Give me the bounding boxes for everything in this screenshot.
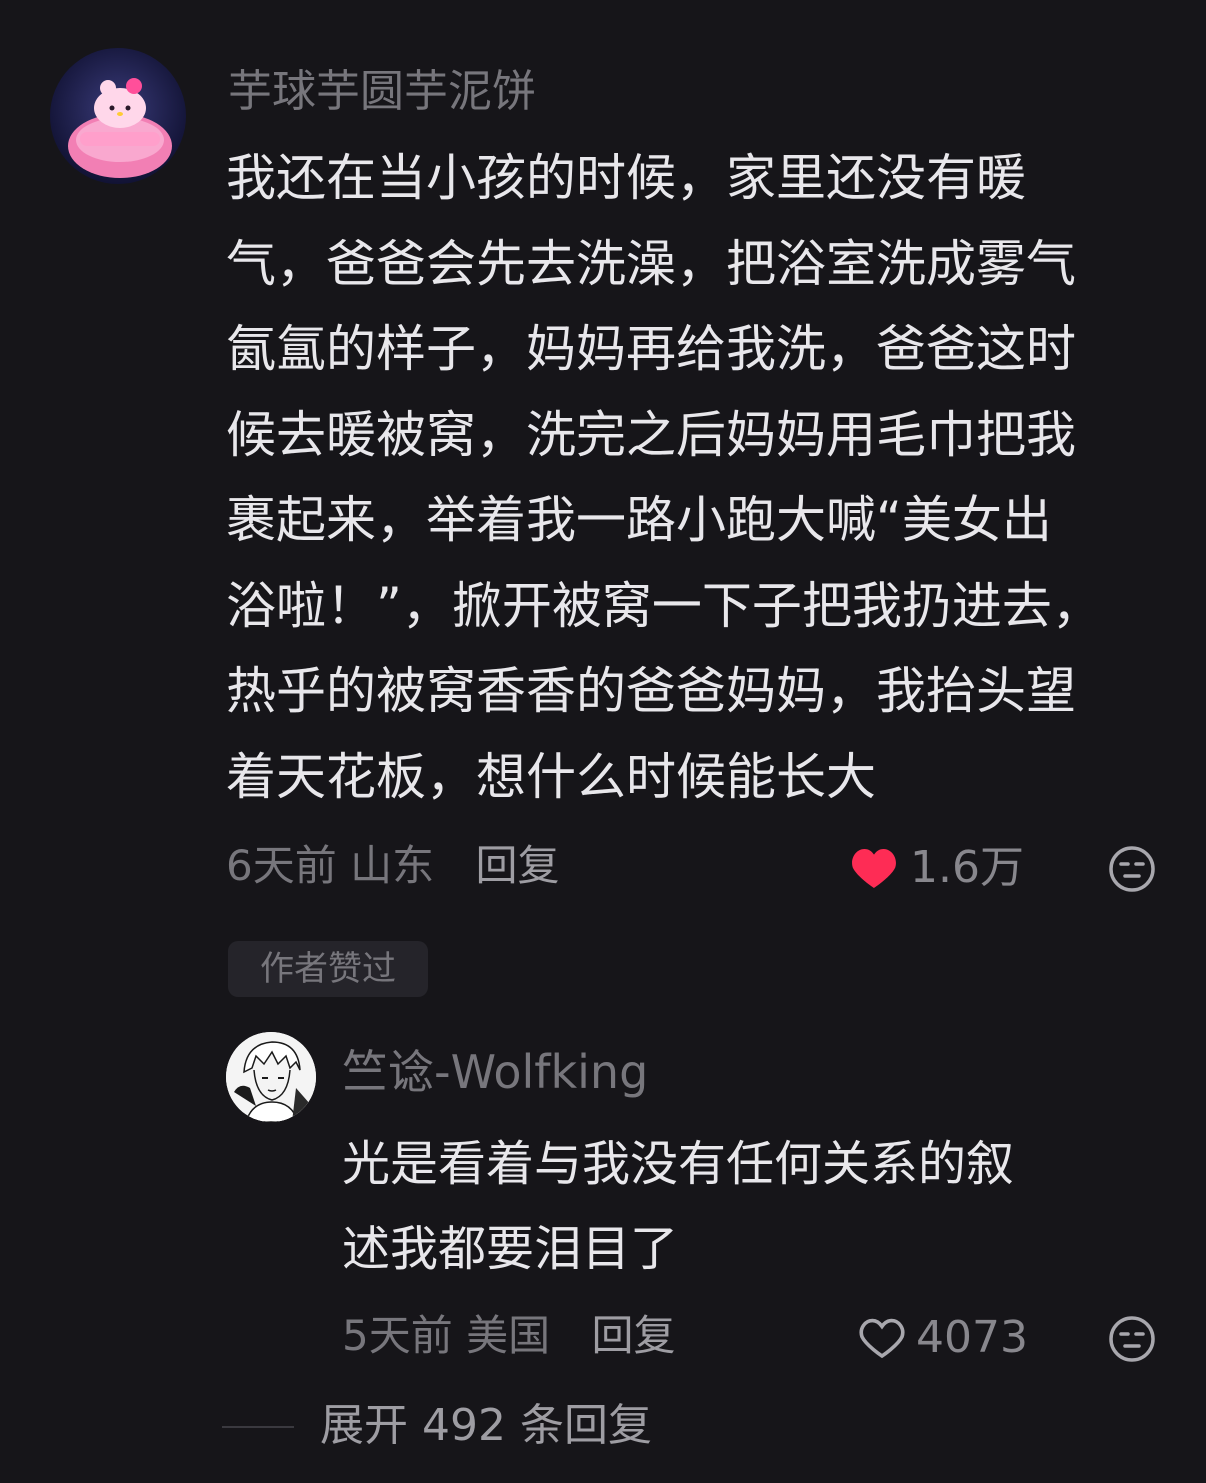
comment-meta: 6天前 山东 回复 bbox=[226, 841, 559, 891]
reply-location: 美国 bbox=[466, 1311, 551, 1360]
commenter-avatar[interactable] bbox=[50, 48, 186, 184]
reply-emoji-reaction-button[interactable] bbox=[1108, 1315, 1156, 1363]
comment-time: 6天前 bbox=[226, 841, 337, 890]
comment-line: 气，爸爸会先去洗澡，把浴室洗成雾气 bbox=[226, 234, 1076, 293]
comment-like-button[interactable]: 1.6万 bbox=[850, 843, 1024, 893]
reply-line: 述我都要泪目了 bbox=[342, 1221, 679, 1277]
comment-like-count: 1.6万 bbox=[910, 842, 1024, 893]
comment-line: 候去暖被窝，洗完之后妈妈用毛巾把我 bbox=[226, 405, 1076, 464]
reply-like-count: 4073 bbox=[916, 1312, 1028, 1363]
comment-line: 浴啦！”，掀开被窝一下子把我扔进去， bbox=[226, 576, 1102, 635]
sketch-portrait-avatar-image bbox=[226, 1032, 316, 1122]
commenter-username[interactable]: 芋球芋圆芋泥饼 bbox=[228, 66, 536, 118]
replier-avatar[interactable] bbox=[226, 1032, 316, 1122]
expand-replies-button[interactable]: 展开 492 条回复 bbox=[320, 1400, 652, 1452]
comment-line: 着天花板，想什么时候能长大 bbox=[226, 747, 876, 806]
reply-time: 5天前 bbox=[342, 1311, 453, 1360]
comment-line: 热乎的被窝香香的爸爸妈妈，我抬头望 bbox=[226, 662, 1076, 720]
reply-reply-button[interactable]: 回复 bbox=[591, 1311, 675, 1360]
comment-body: 我还在当小孩的时候，家里还没有暖 气，爸爸会先去洗澡，把浴室洗成雾气 氤氲的样子… bbox=[226, 136, 1102, 820]
comment-line: 裹起来，举着我一路小跑大喊“美女出 bbox=[226, 491, 1052, 549]
heart-filled-icon bbox=[852, 849, 896, 888]
comment-line: 氤氲的样子，妈妈再给我洗，爸爸这时 bbox=[226, 320, 1076, 378]
reply-like-button[interactable]: 4073 bbox=[858, 1313, 1028, 1363]
hello-kitty-avatar-image bbox=[50, 48, 186, 184]
comment-reply-button[interactable]: 回复 bbox=[475, 841, 559, 890]
reply-body: 光是看着与我没有任何关系的叙 述我都要泪目了 bbox=[342, 1122, 1014, 1292]
heart-outline-icon bbox=[859, 1318, 905, 1359]
comment-location: 山东 bbox=[350, 841, 435, 890]
reply-meta: 5天前 美国 回复 bbox=[342, 1311, 675, 1361]
neutral-face-icon bbox=[1109, 1316, 1155, 1362]
replier-username[interactable]: 竺谂-Wolfking bbox=[342, 1046, 648, 1098]
expand-divider bbox=[222, 1426, 294, 1428]
neutral-face-icon bbox=[1109, 846, 1155, 892]
comment-emoji-reaction-button[interactable] bbox=[1108, 845, 1156, 893]
reply-line: 光是看着与我没有任何关系的叙 bbox=[342, 1136, 1015, 1192]
comment-line: 我还在当小孩的时候，家里还没有暖 bbox=[226, 149, 1026, 207]
author-liked-badge: 作者赞过 bbox=[228, 941, 428, 997]
